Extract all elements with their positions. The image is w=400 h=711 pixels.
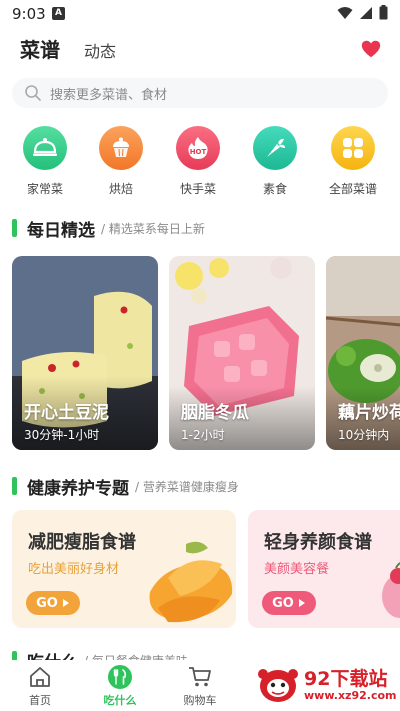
fork-knife-icon — [107, 664, 133, 690]
cupcake-icon — [99, 126, 143, 170]
top-header: 菜谱 动态 — [0, 28, 400, 70]
go-button[interactable]: GO — [262, 591, 316, 615]
daily-card[interactable]: 藕片炒荷 10分钟内 — [326, 256, 400, 450]
recipe-time: 1-2小时 — [181, 428, 225, 442]
category-all-recipes[interactable]: 全部菜谱 — [321, 126, 385, 197]
carrot-icon — [253, 126, 297, 170]
search-input[interactable]: 搜索更多菜谱、食材 — [12, 78, 388, 108]
heart-icon[interactable] — [360, 38, 382, 60]
dried-mango-photo — [149, 541, 233, 623]
watermark: 92下载站 www.xz92.com — [254, 662, 400, 708]
topic-card-beauty[interactable]: 轻身养颜食谱 美颜美容餐 GO — [248, 510, 400, 628]
health-section-header: 健康养护专题 / 营养菜谱健康瘦身 — [12, 474, 239, 499]
nav-label: 吃什么 — [103, 694, 137, 707]
play-arrow-icon — [298, 599, 305, 607]
nav-label: 首页 — [29, 694, 51, 707]
status-bar: 9:03 A — [0, 0, 400, 28]
battery-icon — [379, 5, 388, 20]
hot-flame-icon: HOT — [176, 126, 220, 170]
daily-card[interactable]: 开心土豆泥 30分钟-1小时 — [12, 256, 158, 450]
category-grid: 家常菜 烘焙 HOT 快手菜 素食 全部菜谱 — [0, 126, 400, 200]
wifi-icon — [337, 6, 353, 19]
category-label: 素食 — [262, 182, 287, 196]
dish-cover-icon — [23, 126, 67, 170]
section-subtitle: / 精选菜系每日上新 — [101, 221, 205, 236]
watermark-url: www.xz92.com — [304, 689, 397, 702]
topic-subtitle: 吃出美丽好身材 — [28, 562, 120, 577]
section-subtitle: / 营养菜谱健康瘦身 — [135, 479, 239, 494]
search-icon — [25, 85, 41, 101]
daily-section-header: 每日精选 / 精选菜系每日上新 — [12, 216, 205, 241]
watermark-title: 92下载站 — [304, 668, 388, 690]
category-label: 家常菜 — [26, 182, 63, 196]
tab-feed[interactable]: 动态 — [84, 38, 116, 62]
section-title: 健康养护专题 — [27, 478, 129, 499]
nav-label: 购物车 — [183, 694, 217, 707]
home-icon — [27, 664, 53, 690]
cart-icon — [187, 664, 213, 690]
category-baking[interactable]: 烘焙 — [89, 126, 153, 197]
recipe-name: 开心土豆泥 — [24, 403, 109, 423]
pastry-photo — [382, 562, 400, 618]
category-label: 烘焙 — [108, 182, 133, 196]
topic-title: 轻身养颜食谱 — [264, 532, 372, 553]
recipe-time: 10分钟内 — [338, 428, 390, 442]
go-label: GO — [272, 595, 294, 611]
category-quick-dish[interactable]: HOT 快手菜 — [166, 126, 230, 197]
go-label: GO — [36, 595, 58, 611]
recipe-time: 30分钟-1小时 — [24, 428, 100, 442]
section-accent-bar — [12, 219, 17, 237]
go-button[interactable]: GO — [26, 591, 80, 615]
signal-icon — [360, 6, 372, 19]
nav-home[interactable]: 首页 — [10, 664, 70, 708]
section-accent-bar — [12, 477, 17, 495]
nav-what-to-eat[interactable]: 吃什么 — [90, 664, 150, 708]
category-label: 全部菜谱 — [328, 182, 377, 196]
tab-recipes[interactable]: 菜谱 — [20, 34, 60, 63]
section-title: 每日精选 — [27, 220, 95, 241]
svg-text:HOT: HOT — [190, 148, 207, 156]
topic-title: 减肥瘦脂食谱 — [28, 532, 136, 553]
watermark-logo — [258, 669, 298, 702]
topic-card-weight-loss[interactable]: 减肥瘦脂食谱 吃出美丽好身材 GO — [12, 510, 236, 628]
recipe-name: 藕片炒荷 — [338, 403, 400, 423]
category-home-cooking[interactable]: 家常菜 — [13, 126, 77, 197]
topic-carousel[interactable]: 减肥瘦脂食谱 吃出美丽好身材 GO 轻身养颜食谱 美颜美容餐 GO — [12, 510, 400, 628]
category-label: 快手菜 — [179, 182, 216, 196]
nav-cart[interactable]: 购物车 — [170, 664, 230, 708]
search-placeholder: 搜索更多菜谱、食材 — [50, 88, 168, 103]
notification-badge: A — [52, 7, 65, 20]
daily-carousel[interactable]: 开心土豆泥 30分钟-1小时 胭脂冬瓜 1-2小时 藕片炒荷 10分钟内 — [12, 256, 400, 450]
category-vegetarian[interactable]: 素食 — [243, 126, 307, 197]
grid-icon — [331, 126, 375, 170]
daily-card[interactable]: 胭脂冬瓜 1-2小时 — [169, 256, 315, 450]
topic-subtitle: 美颜美容餐 — [264, 562, 330, 577]
status-time: 9:03 — [12, 5, 46, 23]
recipe-name: 胭脂冬瓜 — [181, 403, 249, 423]
status-icons — [337, 5, 388, 20]
play-arrow-icon — [62, 599, 69, 607]
